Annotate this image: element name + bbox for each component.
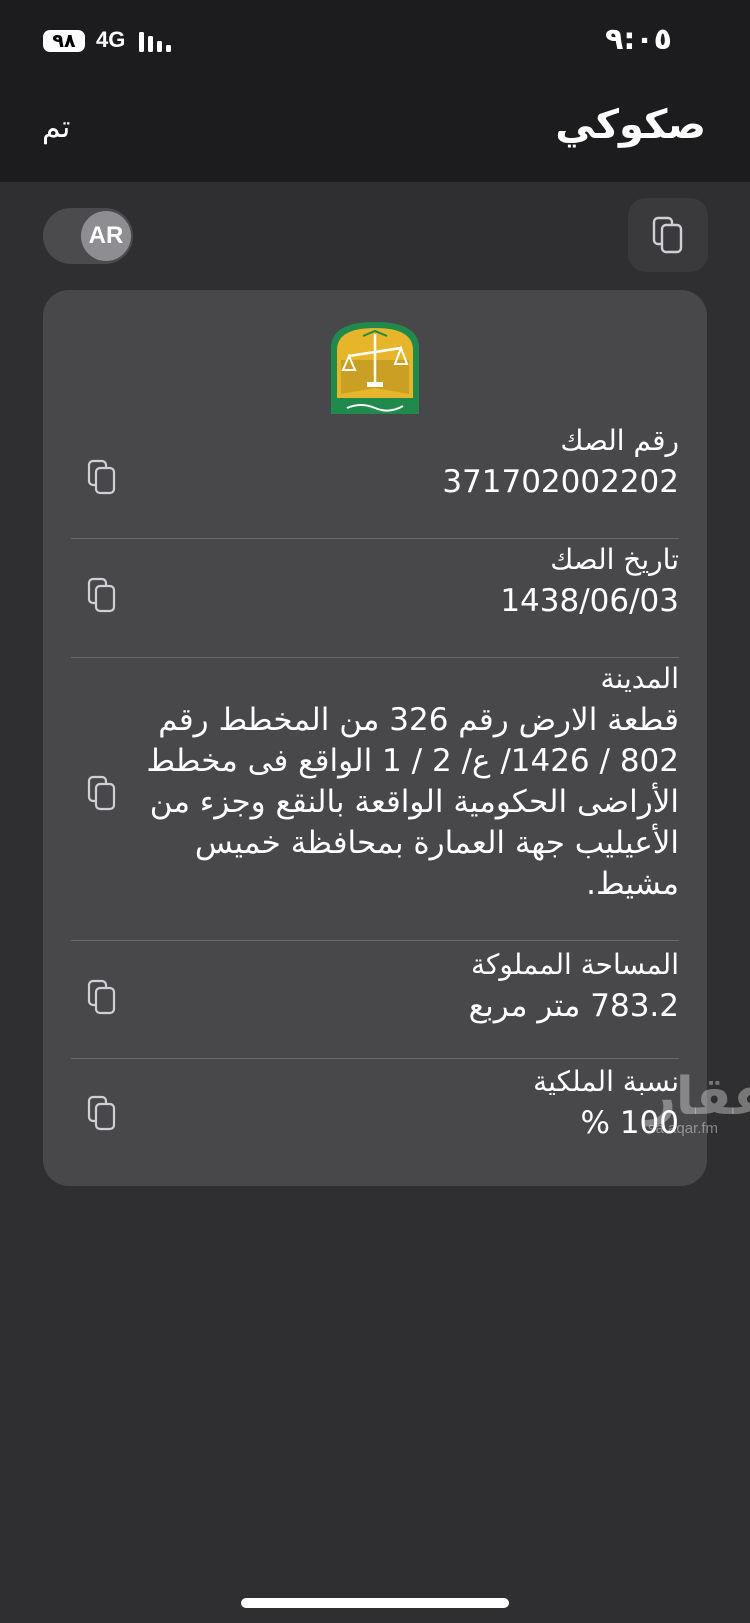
divider (71, 538, 679, 539)
battery-indicator: ٩٨ (43, 30, 85, 52)
watermark-logo: عقار (646, 1067, 750, 1127)
copy-deed-date-button[interactable] (77, 570, 127, 620)
field-value: 783.2 متر مربع (468, 988, 679, 1024)
copy-icon (87, 979, 116, 1015)
signal-icon (139, 32, 171, 52)
deed-field-area: المساحة المملوكة 783.2 متر مربع (71, 948, 679, 1032)
language-toggle-knob: AR (81, 211, 131, 261)
deed-card: رقم الصك 371702002202 تاريخ الصك 1438/06… (43, 290, 707, 1186)
divider (71, 940, 679, 941)
field-label: المدينة (600, 662, 679, 695)
done-button[interactable]: تم (42, 110, 70, 145)
copy-icon (87, 577, 116, 613)
copy-icon (87, 1095, 116, 1131)
status-bar: ٩٨ 4G ٩:٠٥ (0, 0, 750, 88)
ministry-of-justice-emblem (331, 322, 419, 414)
copy-city-button[interactable] (77, 768, 127, 818)
field-label: تاريخ الصك (550, 543, 679, 576)
watermark-url: sa.aqar.fm (648, 1120, 719, 1137)
copy-icon (87, 459, 116, 495)
copy-deed-number-button[interactable] (77, 452, 127, 502)
navigation-bar: تم صكوكي (0, 88, 750, 182)
field-value: 371702002202 (442, 464, 679, 500)
deed-field-ownership: نسبة الملكية 100 % (71, 1065, 679, 1149)
network-type: 4G (96, 27, 126, 52)
field-value: قطعة الارض رقم 326 من المخطط رقم 802 / 1… (146, 702, 679, 902)
deed-field-number: رقم الصك 371702002202 (71, 424, 679, 508)
copy-icon (652, 216, 683, 254)
deed-field-city: المدينة قطعة الارض رقم 326 من المخطط رقم… (71, 662, 679, 912)
copy-all-button[interactable] (628, 198, 708, 272)
divider (71, 1058, 679, 1059)
home-indicator[interactable] (241, 1598, 509, 1608)
status-time: ٩:٠٥ (605, 22, 672, 57)
divider (71, 657, 679, 658)
copy-area-button[interactable] (77, 972, 127, 1022)
page-title: صكوكي (555, 102, 706, 148)
field-label: رقم الصك (560, 424, 679, 457)
field-value: 1438/06/03 (500, 583, 679, 619)
language-toggle[interactable]: AR (43, 208, 133, 264)
copy-ownership-button[interactable] (77, 1088, 127, 1138)
deed-field-date: تاريخ الصك 1438/06/03 (71, 543, 679, 627)
field-label: المساحة المملوكة (471, 948, 679, 981)
copy-icon (87, 775, 116, 811)
